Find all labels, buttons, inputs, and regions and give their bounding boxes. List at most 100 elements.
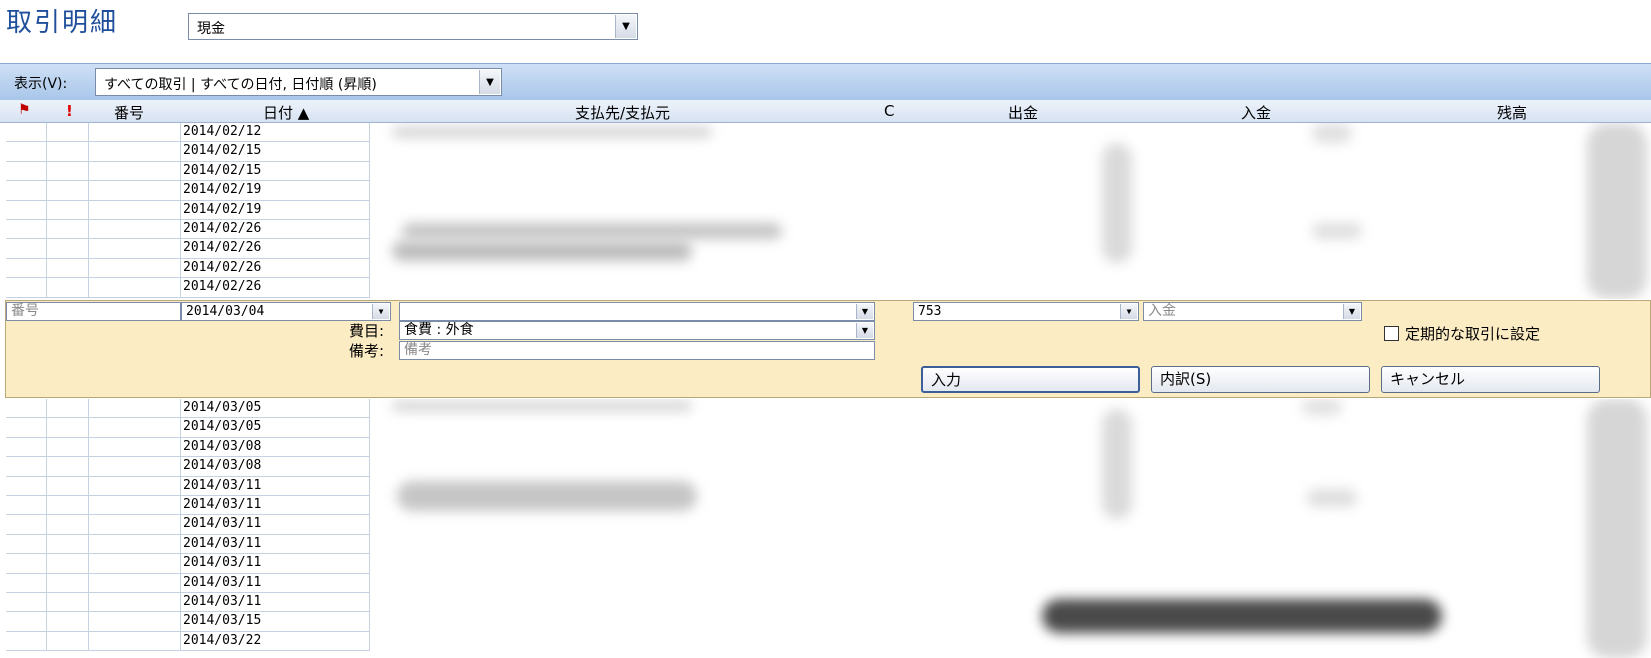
important-cell [47, 418, 89, 438]
flag-cell [6, 418, 47, 438]
checkbox[interactable] [1384, 326, 1399, 341]
date-cell: 2014/03/08 [181, 437, 370, 458]
flag-cell [6, 612, 47, 632]
chevron-down-icon[interactable]: ▼ [856, 323, 873, 338]
chevron-down-icon[interactable]: ▼ [372, 304, 389, 319]
view-select[interactable]: すべての取引 | すべての日付, 日付順 (昇順) ▼ [95, 68, 502, 96]
number-cell [89, 399, 181, 419]
date-cell: 2014/02/15 [181, 142, 370, 162]
number-cell [89, 161, 181, 182]
flag-cell [6, 181, 47, 201]
redacted-content [372, 123, 1651, 299]
flag-cell [6, 161, 47, 182]
important-cell [47, 631, 89, 652]
category-label: 費目: [349, 322, 385, 340]
number-cell [89, 612, 181, 632]
flag-cell [6, 592, 47, 613]
flag-cell [6, 554, 47, 574]
chevron-down-icon[interactable]: ▼ [1343, 304, 1360, 319]
date-field-value: 2014/03/04 [186, 304, 265, 319]
number-cell [89, 123, 181, 143]
flag-cell [6, 534, 47, 555]
flag-icon[interactable]: ⚑ [18, 102, 31, 118]
number-cell [89, 418, 181, 438]
important-cell [47, 258, 89, 279]
date-cell: 2014/02/12 [181, 123, 370, 143]
flag-cell [6, 399, 47, 419]
payee-field[interactable]: ▼ [399, 302, 875, 321]
flag-cell [6, 200, 47, 220]
date-cell: 2014/03/05 [181, 418, 370, 438]
date-cell: 2014/03/11 [181, 476, 370, 496]
number-cell [89, 258, 181, 279]
date-cell: 2014/02/15 [181, 161, 370, 182]
important-cell [47, 219, 89, 240]
col-balance[interactable]: 残高 [1497, 102, 1527, 123]
chevron-down-icon[interactable]: ▼ [1120, 304, 1137, 319]
date-cell: 2014/03/11 [181, 534, 370, 555]
date-cell: 2014/03/11 [181, 573, 370, 593]
important-cell [47, 573, 89, 593]
col-withdrawal[interactable]: 出金 [1008, 102, 1038, 123]
enter-button[interactable]: 入力 [921, 366, 1140, 393]
important-cell [47, 437, 89, 458]
date-cell: 2014/03/11 [181, 495, 370, 516]
date-cell: 2014/03/08 [181, 457, 370, 477]
flag-cell [6, 123, 47, 143]
number-cell [89, 278, 181, 298]
flag-cell [6, 573, 47, 593]
withdrawal-field-value: 753 [918, 304, 942, 319]
number-field[interactable]: 番号 [6, 302, 181, 321]
flag-cell [6, 239, 47, 259]
chevron-down-icon[interactable]: ▼ [479, 70, 500, 94]
date-cell: 2014/02/19 [181, 181, 370, 201]
flag-cell [6, 258, 47, 279]
important-cell [47, 123, 89, 143]
number-cell [89, 200, 181, 220]
date-cell: 2014/03/11 [181, 515, 370, 535]
number-cell [89, 534, 181, 555]
split-button[interactable]: 内訳(S) [1151, 366, 1370, 393]
important-cell [47, 161, 89, 182]
important-cell [47, 399, 89, 419]
important-cell [47, 476, 89, 496]
col-date[interactable]: 日付 ▲ [263, 102, 309, 123]
flag-cell [6, 142, 47, 162]
flag-cell [6, 476, 47, 496]
category-field[interactable]: 食費 : 外食 ▼ [399, 321, 875, 340]
view-toolbar: 表示(V): すべての取引 | すべての日付, 日付順 (昇順) ▼ [0, 63, 1651, 100]
flag-cell [6, 219, 47, 240]
date-cell: 2014/03/05 [181, 399, 370, 419]
important-cell [47, 592, 89, 613]
chevron-down-icon[interactable]: ▼ [856, 304, 873, 319]
column-header-row: ⚑ ! 番号 日付 ▲ 支払先/支払元 C 出金 入金 残高 [0, 100, 1651, 123]
date-field[interactable]: 2014/03/04 ▼ [181, 302, 391, 321]
number-cell [89, 573, 181, 593]
recurring-checkbox[interactable]: 定期的な取引に設定 [1384, 323, 1540, 344]
recurring-label: 定期的な取引に設定 [1405, 325, 1541, 343]
col-payee[interactable]: 支払先/支払元 [575, 102, 670, 123]
number-cell [89, 476, 181, 496]
number-cell [89, 239, 181, 259]
flag-cell [6, 515, 47, 535]
deposit-field-placeholder: 入金 [1148, 303, 1176, 319]
col-cleared[interactable]: C [884, 102, 894, 120]
date-cell: 2014/03/22 [181, 631, 370, 652]
col-number[interactable]: 番号 [114, 102, 144, 123]
chevron-down-icon[interactable]: ▼ [615, 15, 636, 38]
important-cell [47, 495, 89, 516]
number-cell [89, 142, 181, 162]
col-deposit[interactable]: 入金 [1241, 102, 1271, 123]
col-important[interactable]: ! [66, 102, 73, 120]
deposit-field[interactable]: 入金 ▼ [1143, 302, 1362, 321]
account-select-value: 現金 [197, 21, 225, 37]
page-title: 取引明細 [6, 8, 119, 38]
date-cell: 2014/02/26 [181, 239, 370, 259]
date-cell: 2014/02/26 [181, 219, 370, 240]
view-select-value: すべての取引 | すべての日付, 日付順 (昇順) [104, 77, 377, 93]
account-select[interactable]: 現金 ▼ [188, 13, 638, 40]
number-cell [89, 495, 181, 516]
cancel-button[interactable]: キャンセル [1381, 366, 1600, 393]
withdrawal-field[interactable]: 753 ▼ [913, 302, 1139, 321]
memo-field[interactable]: 備考 [399, 341, 875, 360]
